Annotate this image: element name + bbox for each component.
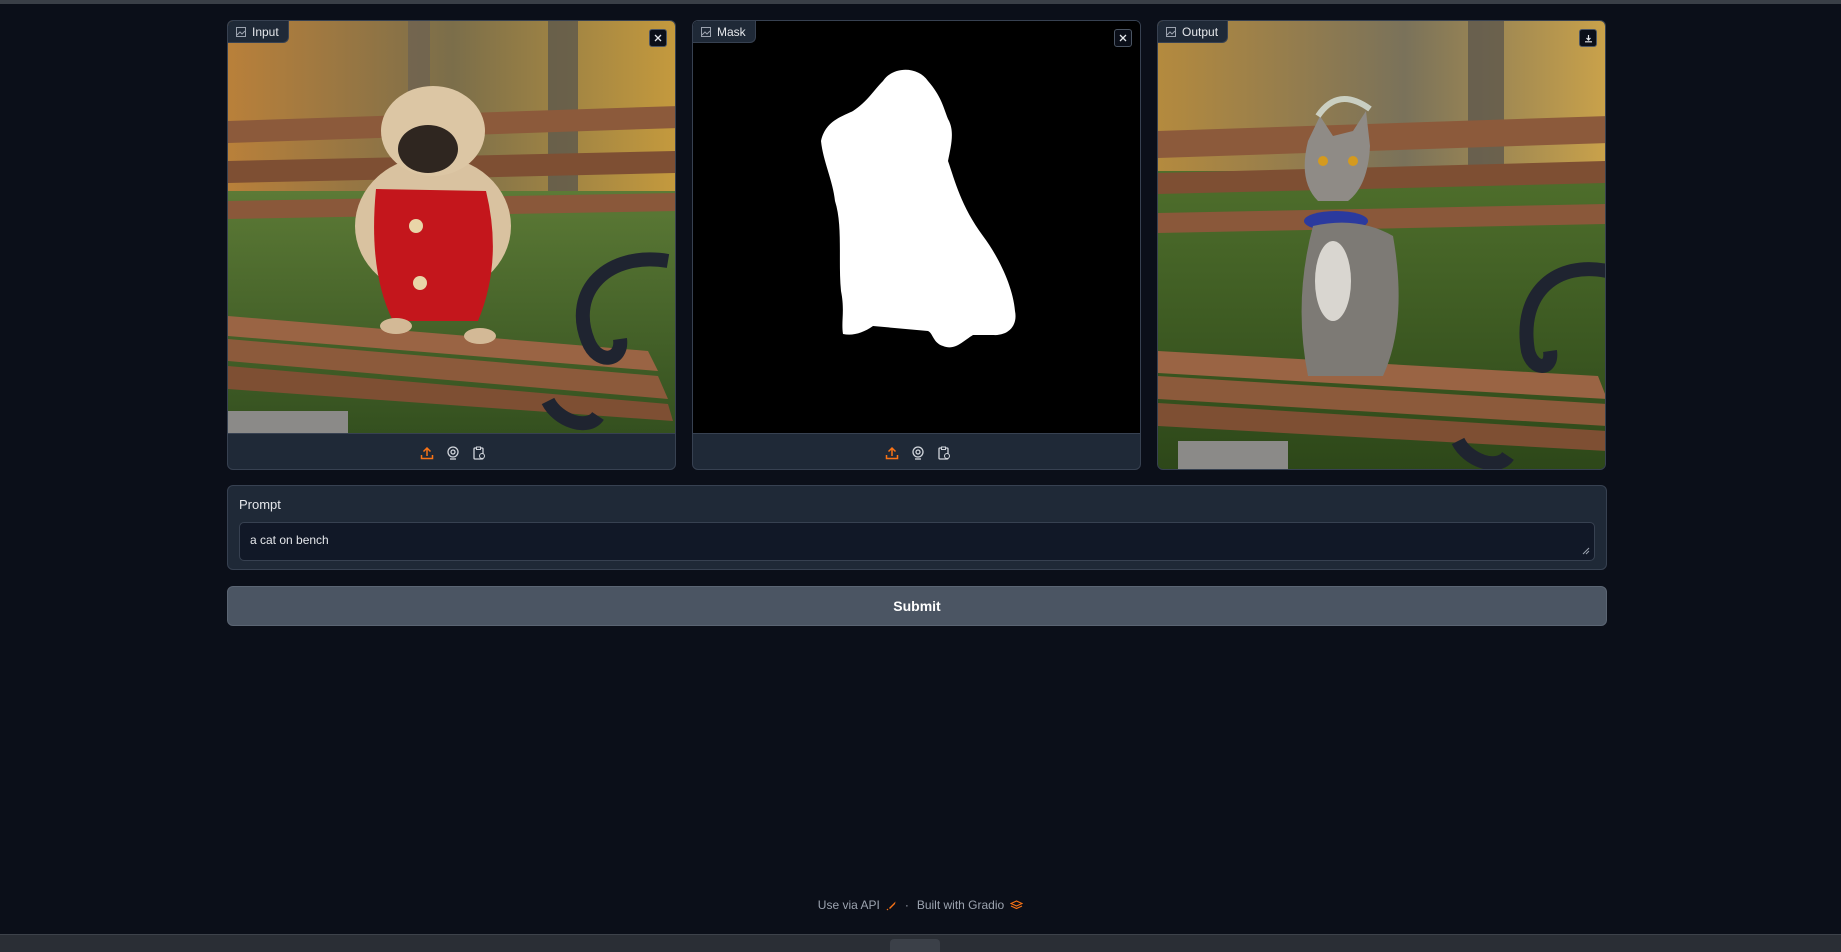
clipboard-icon bbox=[472, 446, 485, 460]
resize-grip-icon[interactable] bbox=[1582, 547, 1590, 555]
upload-icon bbox=[420, 446, 433, 459]
upload-button[interactable] bbox=[419, 445, 435, 461]
input-image bbox=[228, 21, 675, 433]
mask-panel-label: Mask bbox=[717, 24, 746, 39]
mask-image-panel[interactable]: Mask bbox=[692, 20, 1141, 470]
clipboard-button[interactable] bbox=[471, 445, 487, 461]
image-icon bbox=[236, 26, 246, 37]
download-icon bbox=[1584, 34, 1592, 42]
webcam-button[interactable] bbox=[910, 445, 926, 461]
mask-image bbox=[693, 21, 1140, 433]
input-panel-label: Input bbox=[252, 24, 279, 39]
use-via-api-label: Use via API bbox=[817, 898, 880, 912]
input-panel-badge: Input bbox=[228, 21, 289, 43]
output-download-button[interactable] bbox=[1579, 29, 1597, 47]
input-clear-button[interactable] bbox=[649, 29, 667, 47]
taskbar-item[interactable] bbox=[890, 939, 940, 952]
upload-icon bbox=[885, 446, 898, 459]
window-top-bar bbox=[0, 0, 1841, 4]
submit-button[interactable]: Submit bbox=[227, 586, 1607, 626]
input-source-toolbar bbox=[228, 433, 675, 469]
output-image-panel: Output bbox=[1157, 20, 1606, 470]
mask-source-toolbar bbox=[693, 433, 1140, 469]
output-image bbox=[1158, 21, 1605, 469]
prompt-input[interactable] bbox=[239, 522, 1595, 561]
mask-panel-badge: Mask bbox=[693, 21, 756, 43]
image-icon bbox=[1166, 26, 1176, 37]
footer-separator: · bbox=[904, 898, 909, 912]
webcam-button[interactable] bbox=[445, 445, 461, 461]
gradio-logo-icon bbox=[1010, 899, 1024, 909]
clipboard-icon bbox=[937, 446, 950, 460]
webcam-icon bbox=[911, 445, 924, 460]
clipboard-button[interactable] bbox=[936, 445, 952, 461]
prompt-label: Prompt bbox=[239, 497, 281, 512]
taskbar bbox=[0, 934, 1841, 952]
built-with-gradio-label: Built with Gradio bbox=[916, 898, 1005, 912]
mask-clear-button[interactable] bbox=[1114, 29, 1132, 47]
close-icon bbox=[654, 34, 662, 42]
close-icon bbox=[1119, 34, 1127, 42]
use-via-api-link[interactable]: Use via API bbox=[818, 898, 897, 912]
rocket-icon bbox=[886, 901, 896, 910]
prompt-block: Prompt bbox=[227, 485, 1607, 570]
footer: Use via API · Built with Gradio bbox=[0, 898, 1841, 912]
image-icon bbox=[701, 26, 711, 37]
output-panel-badge: Output bbox=[1158, 21, 1229, 43]
built-with-gradio-link[interactable]: Built with Gradio bbox=[916, 898, 1024, 912]
webcam-icon bbox=[446, 445, 459, 460]
output-panel-label: Output bbox=[1182, 24, 1219, 39]
upload-button[interactable] bbox=[884, 445, 900, 461]
input-image-panel[interactable]: Input bbox=[227, 20, 676, 470]
